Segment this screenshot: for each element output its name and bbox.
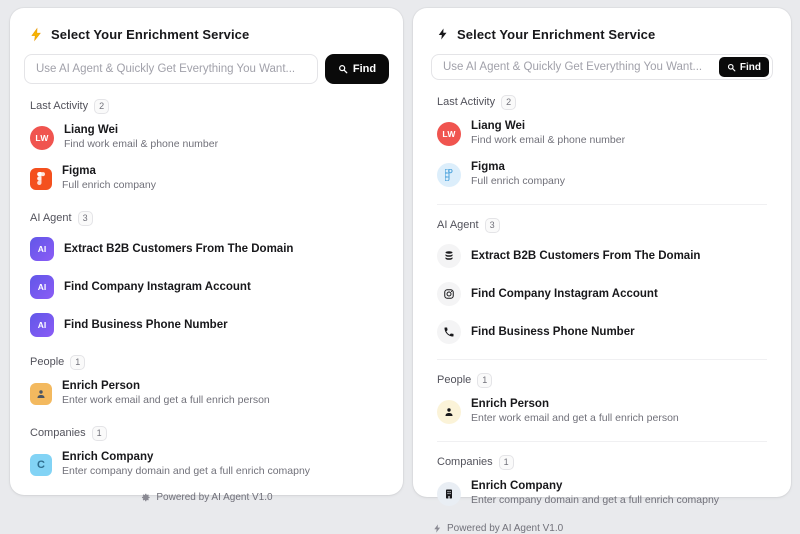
list-item-liang-wei[interactable]: LW Liang Wei Find work email & phone num…	[431, 116, 773, 151]
list-item-figma[interactable]: Figma Full enrich company	[24, 161, 389, 196]
section-count-badge: 2	[501, 95, 516, 110]
search-bar: Find	[24, 54, 389, 84]
find-button[interactable]: Find	[719, 57, 769, 77]
item-title: Liang Wei	[64, 123, 218, 137]
section-label: AI Agent	[437, 219, 479, 231]
search-input[interactable]	[24, 54, 318, 84]
section-header-people: People 1	[30, 354, 383, 370]
lightning-bolt-icon	[437, 27, 449, 41]
ai-badge-icon: AI	[30, 313, 54, 337]
item-subtitle: Full enrich company	[471, 175, 565, 189]
item-title: Extract B2B Customers From The Domain	[471, 249, 700, 263]
lightning-bolt-icon	[30, 27, 43, 42]
item-subtitle: Find work email & phone number	[471, 134, 625, 148]
item-subtitle: Enter company domain and get a full enri…	[471, 494, 719, 508]
item-subtitle: Enter company domain and get a full enri…	[62, 465, 310, 479]
section-label: Companies	[437, 456, 493, 468]
person-icon	[30, 383, 52, 405]
gear-icon	[140, 492, 151, 503]
powered-by-text: Powered by AI Agent V1.0	[156, 492, 272, 503]
list-item-find-phone[interactable]: AI Find Business Phone Number	[24, 310, 389, 340]
section-count-badge: 1	[499, 455, 514, 470]
find-button-label: Find	[740, 62, 761, 73]
enrichment-panel-left: Select Your Enrichment Service Find Last…	[10, 8, 403, 495]
item-title: Find Business Phone Number	[64, 318, 228, 332]
section-header-ai-agent: AI Agent 3	[30, 210, 383, 226]
section-header-last-activity: Last Activity 2	[30, 98, 383, 114]
list-item-enrich-person[interactable]: Enrich Person Enter work email and get a…	[431, 394, 773, 429]
figma-logo-icon	[30, 168, 52, 190]
section-header-companies: Companies 1	[30, 425, 383, 441]
item-subtitle: Enter work email and get a full enrich p…	[471, 412, 679, 426]
page-title: Select Your Enrichment Service	[457, 27, 655, 42]
panel-header: Select Your Enrichment Service	[30, 26, 383, 42]
item-title: Enrich Person	[471, 397, 679, 411]
item-subtitle: Enter work email and get a full enrich p…	[62, 394, 270, 408]
page-title: Select Your Enrichment Service	[51, 27, 249, 42]
section-header-ai-agent: AI Agent 3	[437, 204, 767, 233]
list-item-find-phone[interactable]: Find Business Phone Number	[431, 317, 773, 347]
section-count-badge: 3	[78, 211, 93, 226]
panel-header: Select Your Enrichment Service	[437, 26, 767, 42]
avatar: LW	[437, 122, 461, 146]
section-label: Last Activity	[30, 100, 88, 112]
figma-logo-icon	[437, 163, 461, 187]
section-label: AI Agent	[30, 212, 72, 224]
section-label: People	[30, 356, 64, 368]
item-title: Find Company Instagram Account	[64, 280, 251, 294]
lightning-bolt-icon	[433, 523, 442, 534]
ai-badge-icon: AI	[30, 237, 54, 261]
building-icon	[437, 482, 461, 506]
find-button-label: Find	[353, 63, 376, 75]
item-title: Find Business Phone Number	[471, 325, 635, 339]
item-title: Find Company Instagram Account	[471, 287, 658, 301]
section-header-last-activity: Last Activity 2	[437, 94, 767, 110]
list-item-extract-b2b[interactable]: AI Extract B2B Customers From The Domain	[24, 234, 389, 264]
database-icon	[437, 244, 461, 268]
magnifier-icon	[727, 63, 736, 72]
list-item-extract-b2b[interactable]: Extract B2B Customers From The Domain	[431, 241, 773, 271]
phone-icon	[437, 320, 461, 344]
list-item-enrich-person[interactable]: Enrich Person Enter work email and get a…	[24, 376, 389, 411]
item-title: Enrich Company	[471, 479, 719, 493]
item-title: Enrich Person	[62, 379, 270, 393]
item-subtitle: Find work email & phone number	[64, 138, 218, 152]
person-icon	[437, 400, 461, 424]
list-item-liang-wei[interactable]: LW Liang Wei Find work email & phone num…	[24, 120, 389, 155]
item-title: Liang Wei	[471, 119, 625, 133]
letter-c-icon: C	[30, 454, 52, 476]
section-count-badge: 1	[477, 373, 492, 388]
section-label: Companies	[30, 427, 86, 439]
list-item-find-instagram[interactable]: Find Company Instagram Account	[431, 279, 773, 309]
item-title: Figma	[62, 164, 156, 178]
powered-by-text: Powered by AI Agent V1.0	[447, 523, 563, 534]
search-bar: Find	[431, 54, 773, 80]
magnifier-icon	[338, 64, 348, 74]
avatar: LW	[30, 126, 54, 150]
section-label: Last Activity	[437, 96, 495, 108]
item-title: Extract B2B Customers From The Domain	[64, 242, 293, 256]
section-count-badge: 1	[70, 355, 85, 370]
item-title: Figma	[471, 160, 565, 174]
list-item-figma[interactable]: Figma Full enrich company	[431, 157, 773, 192]
section-count-badge: 3	[485, 218, 500, 233]
item-subtitle: Full enrich company	[62, 179, 156, 193]
section-count-badge: 2	[94, 99, 109, 114]
list-item-find-instagram[interactable]: AI Find Company Instagram Account	[24, 272, 389, 302]
section-label: People	[437, 374, 471, 386]
section-header-people: People 1	[437, 359, 767, 388]
instagram-icon	[437, 282, 461, 306]
item-title: Enrich Company	[62, 450, 310, 464]
find-button[interactable]: Find	[325, 54, 389, 84]
enrichment-panel-right: Select Your Enrichment Service Find Last…	[413, 8, 791, 497]
ai-badge-icon: AI	[30, 275, 54, 299]
list-item-enrich-company[interactable]: C Enrich Company Enter company domain an…	[24, 447, 389, 482]
section-count-badge: 1	[92, 426, 107, 441]
powered-by-footer: Powered by AI Agent V1.0	[24, 492, 389, 503]
powered-by-footer: Powered by AI Agent V1.0	[433, 523, 771, 534]
section-header-companies: Companies 1	[437, 441, 767, 470]
